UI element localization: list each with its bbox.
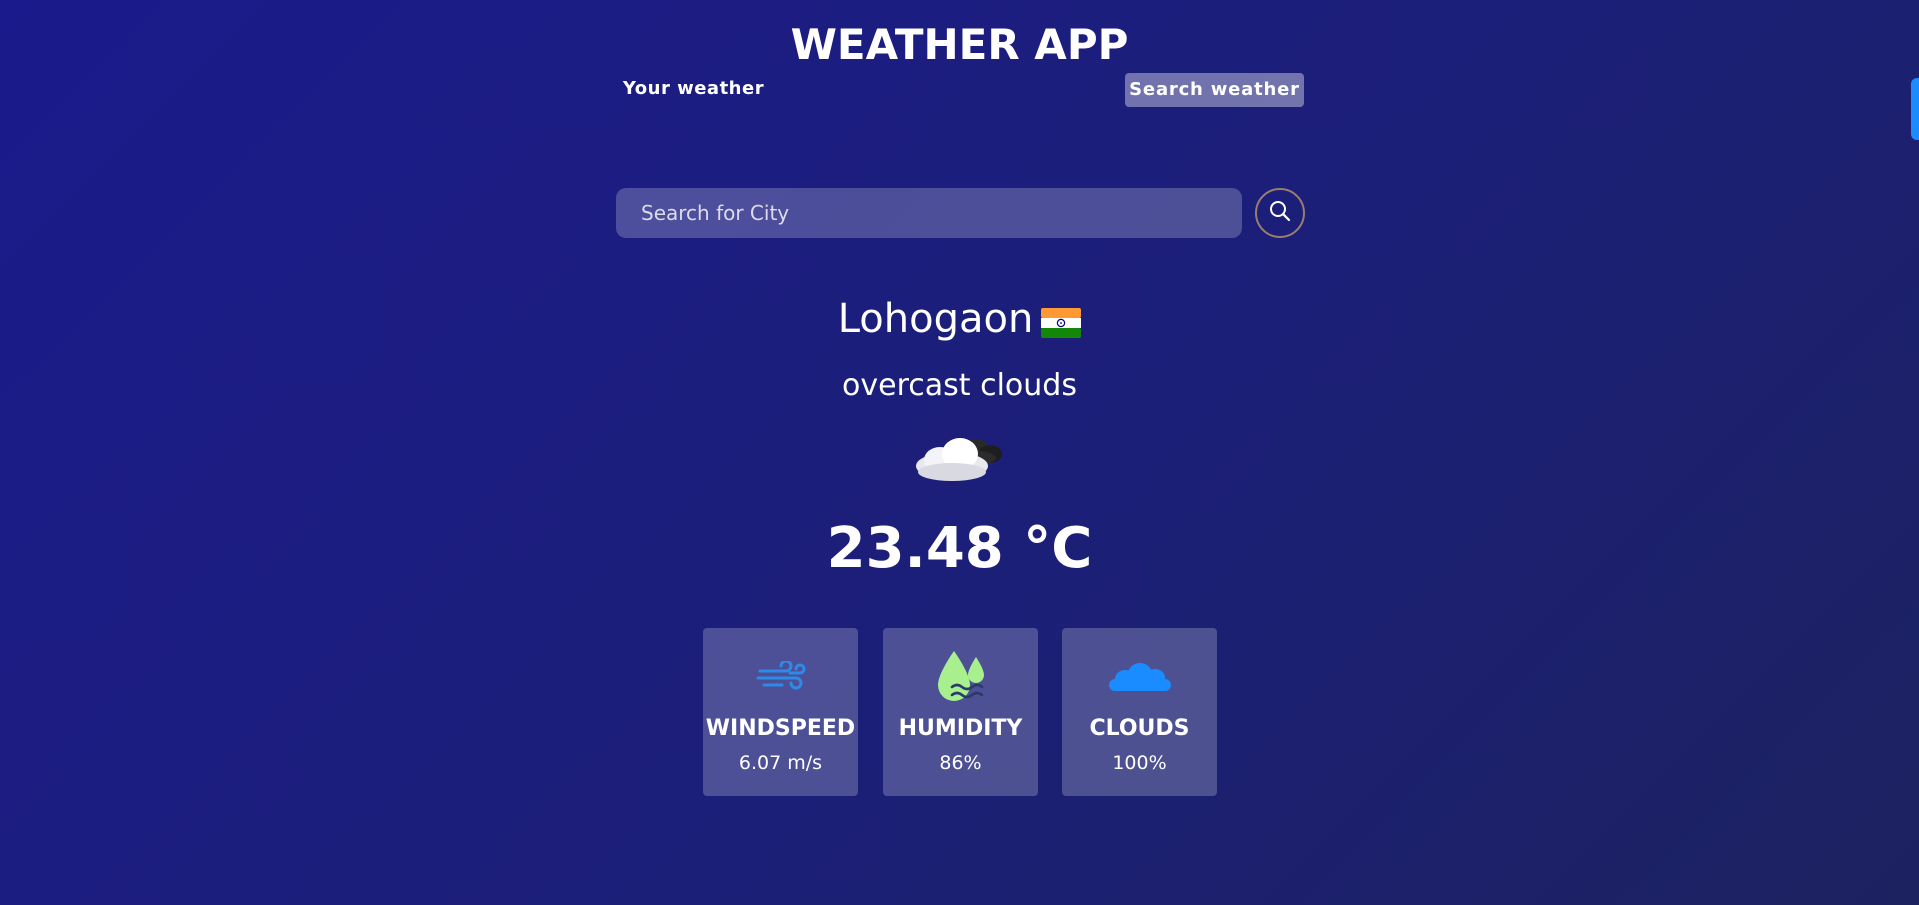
wind-icon [703, 650, 858, 706]
clouds-label: CLOUDS [1089, 716, 1190, 741]
humidity-label: HUMIDITY [898, 716, 1023, 741]
temperature-reading: 23.48 °C [826, 516, 1093, 581]
city-name: Lohogaon [837, 296, 1034, 342]
india-flag-icon [1041, 302, 1082, 338]
clouds-value: 100% [1112, 752, 1167, 774]
overcast-cloud-icon [912, 428, 1012, 488]
windspeed-label: WINDSPEED [705, 716, 856, 741]
app-title: WEATHER APP [790, 20, 1129, 69]
search-button[interactable] [1255, 188, 1305, 238]
weather-description: overcast clouds [842, 368, 1077, 403]
cloud-icon [1062, 650, 1217, 706]
side-scroll-tab[interactable] [1911, 78, 1919, 140]
city-heading: Lohogaon [0, 296, 1919, 342]
tab-your-weather[interactable]: Your weather [616, 74, 771, 104]
tab-search-weather[interactable]: Search weather [1125, 73, 1304, 107]
windspeed-card: WINDSPEED 6.07 m/s [703, 628, 858, 796]
humidity-card: HUMIDITY 86% [883, 628, 1038, 796]
humidity-icon [883, 650, 1038, 706]
windspeed-value: 6.07 m/s [738, 752, 823, 774]
search-icon [1268, 199, 1292, 227]
city-search-input[interactable] [616, 188, 1242, 238]
humidity-value: 86% [939, 752, 982, 774]
clouds-card: CLOUDS 100% [1062, 628, 1217, 796]
